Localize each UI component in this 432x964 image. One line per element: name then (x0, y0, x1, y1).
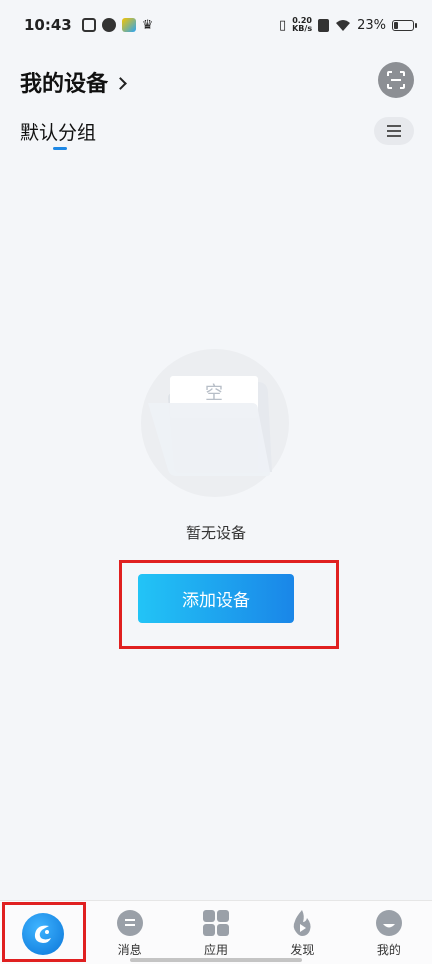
nav-item-apps[interactable]: 应用 (173, 901, 259, 964)
discover-flame-icon (294, 910, 311, 936)
message-icon (116, 910, 143, 936)
scan-icon (387, 71, 405, 89)
tab-default-group[interactable]: 默认分组 (20, 118, 96, 145)
nav-item-profile[interactable]: 我的 (346, 901, 432, 964)
scan-button[interactable] (378, 62, 414, 98)
nav-label-apps: 应用 (204, 943, 229, 957)
nav-label-profile: 我的 (376, 943, 401, 957)
status-time: 10:43 (24, 16, 72, 34)
empty-message: 暂无设备 (185, 524, 246, 542)
nav-label-discover: 发现 (290, 943, 315, 957)
nav-item-messages[interactable]: 消息 (86, 901, 172, 964)
page-title: 我的设备 (20, 72, 109, 97)
group-menu-button[interactable] (374, 117, 414, 145)
wifi-icon (336, 19, 351, 31)
empty-folder-illustration: 空 (141, 349, 289, 497)
home-nav-highlight (2, 902, 86, 962)
chevron-right-icon (114, 76, 127, 90)
sim-off-icon (318, 18, 330, 32)
add-device-highlight (119, 560, 339, 649)
battery-percent: 23% (357, 17, 386, 33)
nav-label-messages: 消息 (117, 943, 142, 957)
menu-icon (387, 125, 401, 137)
status-app-icons: ♛ (81, 17, 154, 33)
header: 我的设备 (0, 60, 432, 104)
battery-fill (394, 21, 398, 29)
network-speed: 0.20 KB/s (292, 17, 312, 33)
status-bar: 10:43 ♛ ▯ 0.20 KB/s 23% (0, 0, 432, 50)
app-notification-icon (121, 18, 136, 32)
net-speed-unit: KB/s (292, 24, 313, 33)
apps-grid-icon (203, 910, 230, 936)
page-title-link[interactable]: 我的设备 (20, 66, 127, 98)
nav-item-discover[interactable]: 发现 (259, 901, 345, 964)
status-right: ▯ 0.20 KB/s 23% (278, 17, 417, 33)
empty-illustration-text: 空 (205, 383, 223, 404)
battery-icon (392, 19, 417, 31)
gesture-bar[interactable] (130, 958, 302, 962)
vibrate-icon: ▯ (278, 17, 287, 33)
tab-active-indicator (53, 147, 67, 150)
profile-icon (375, 910, 402, 936)
crown-icon: ♛ (141, 17, 154, 33)
leaf-icon (101, 18, 116, 32)
inbox-icon (81, 18, 96, 32)
